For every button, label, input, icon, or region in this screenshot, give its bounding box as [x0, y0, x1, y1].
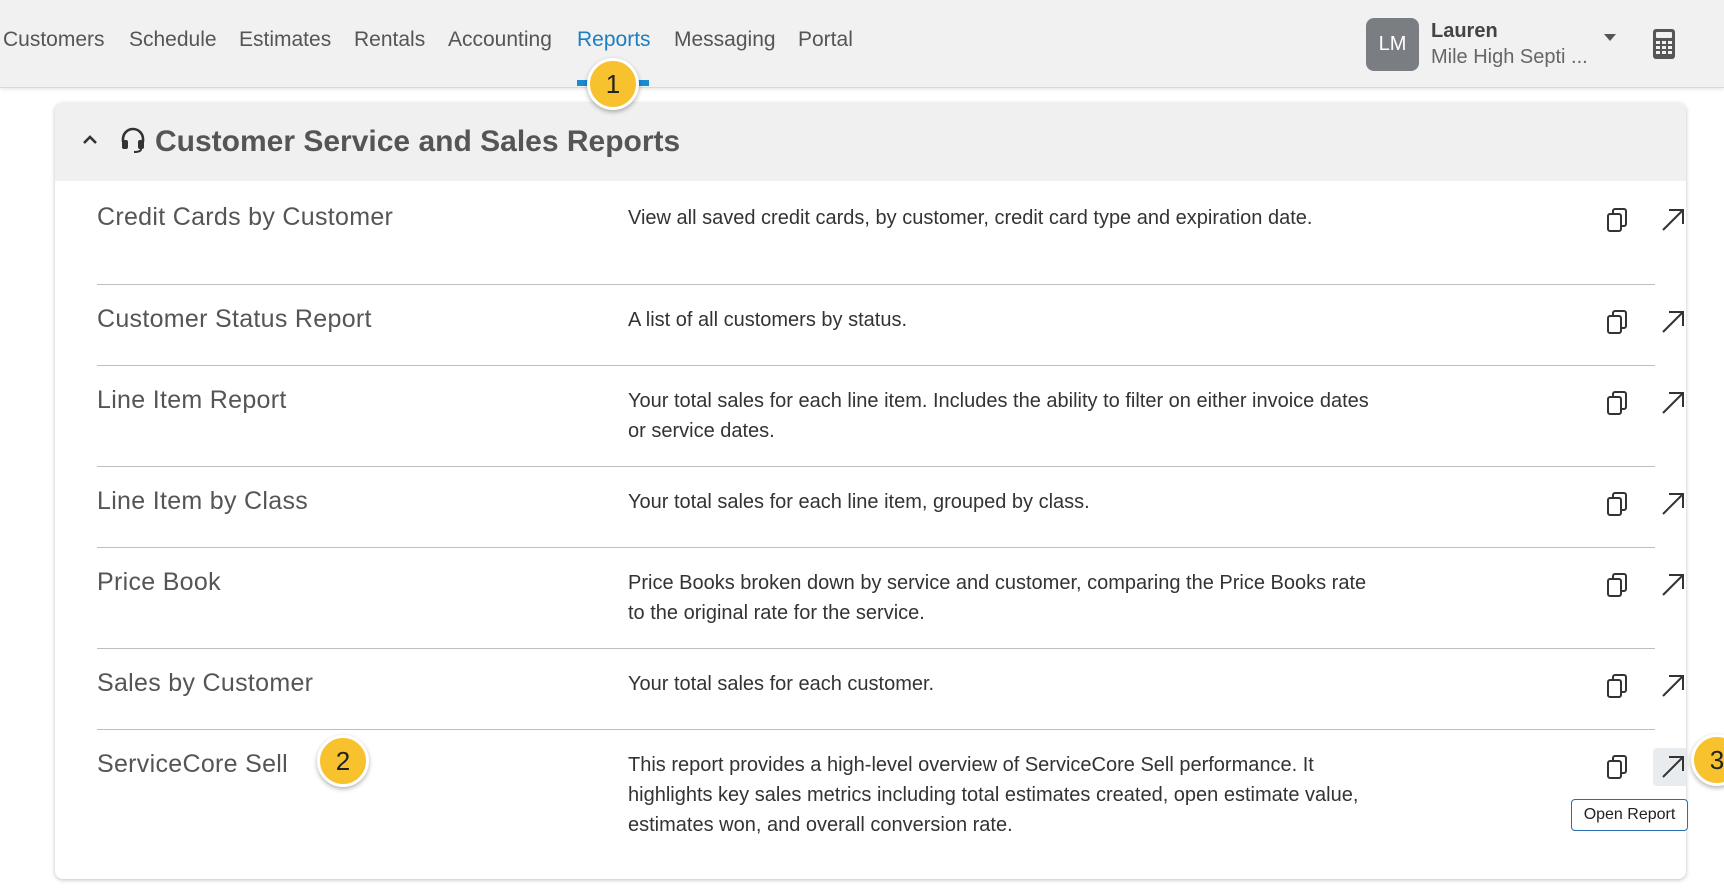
report-name[interactable]: Credit Cards by Customer	[97, 203, 393, 232]
calculator-icon[interactable]	[1652, 28, 1676, 65]
report-row: Line Item by Class Your total sales for …	[97, 467, 1684, 548]
report-description: This report provides a high-level overvi…	[628, 754, 1359, 836]
section-header[interactable]: Customer Service and Sales Reports	[55, 103, 1686, 181]
copy-icon[interactable]	[1605, 390, 1631, 423]
copy-icon[interactable]	[1605, 309, 1631, 342]
copy-icon[interactable]	[1605, 673, 1631, 706]
open-report-arrow-icon[interactable]	[1653, 566, 1686, 604]
report-row: Credit Cards by Customer View all saved …	[97, 181, 1684, 285]
nav-customers[interactable]: Customers	[3, 28, 105, 52]
collapse-chevron-icon[interactable]	[81, 133, 103, 151]
open-report-arrow-icon[interactable]	[1653, 485, 1686, 523]
report-description: Price Books broken down by service and c…	[628, 572, 1367, 624]
copy-icon[interactable]	[1605, 207, 1631, 240]
open-report-arrow-icon[interactable]	[1653, 384, 1686, 422]
callout-2: 2	[317, 735, 369, 787]
user-company: Mile High Septi ...	[1431, 46, 1588, 68]
report-description: A list of all customers by status.	[628, 309, 907, 331]
report-description: Your total sales for each line item. Inc…	[628, 390, 1369, 442]
reports-section-panel: Customer Service and Sales Reports Credi…	[55, 103, 1686, 879]
open-report-arrow-icon[interactable]	[1653, 303, 1686, 341]
nav-portal[interactable]: Portal	[798, 28, 853, 52]
report-row: Price Book Price Books broken down by se…	[97, 548, 1684, 649]
report-name[interactable]: Price Book	[97, 568, 221, 597]
report-description: Your total sales for each line item, gro…	[628, 491, 1090, 513]
report-name[interactable]: Customer Status Report	[97, 305, 372, 334]
open-report-arrow-icon[interactable]	[1653, 201, 1686, 239]
open-report-arrow-icon[interactable]	[1653, 748, 1686, 786]
copy-icon[interactable]	[1605, 754, 1631, 787]
nav-schedule[interactable]: Schedule	[129, 28, 217, 52]
section-title: Customer Service and Sales Reports	[155, 125, 681, 158]
copy-icon[interactable]	[1605, 572, 1631, 605]
report-name[interactable]: Sales by Customer	[97, 669, 313, 698]
top-navigation-bar: Customers Schedule Estimates Rentals Acc…	[0, 0, 1724, 88]
report-name[interactable]: Line Item Report	[97, 386, 287, 415]
open-report-arrow-icon[interactable]	[1653, 667, 1686, 705]
user-menu-chevron-down-icon[interactable]	[1604, 34, 1616, 41]
nav-reports[interactable]: Reports	[577, 28, 651, 52]
user-menu[interactable]: LM Lauren Mile High Septi ...	[1366, 18, 1588, 71]
nav-accounting[interactable]: Accounting	[448, 28, 552, 52]
callout-1: 1	[587, 58, 639, 110]
copy-icon[interactable]	[1605, 491, 1631, 524]
report-description: View all saved credit cards, by customer…	[628, 207, 1313, 229]
nav-rentals[interactable]: Rentals	[354, 28, 425, 52]
report-description: Your total sales for each customer.	[628, 673, 935, 695]
headset-icon	[119, 126, 147, 159]
nav-estimates[interactable]: Estimates	[239, 28, 331, 52]
nav-messaging[interactable]: Messaging	[674, 28, 776, 52]
open-report-tooltip: Open Report	[1571, 799, 1688, 831]
report-name[interactable]: Line Item by Class	[97, 487, 308, 516]
report-row: Line Item Report Your total sales for ea…	[97, 366, 1684, 467]
report-row: Customer Status Report A list of all cus…	[97, 285, 1684, 366]
user-name: Lauren	[1431, 20, 1498, 42]
report-name[interactable]: ServiceCore Sell	[97, 750, 288, 779]
report-row: Sales by Customer Your total sales for e…	[97, 649, 1684, 730]
avatar[interactable]: LM	[1366, 18, 1419, 71]
callout-3: 3	[1691, 734, 1724, 786]
